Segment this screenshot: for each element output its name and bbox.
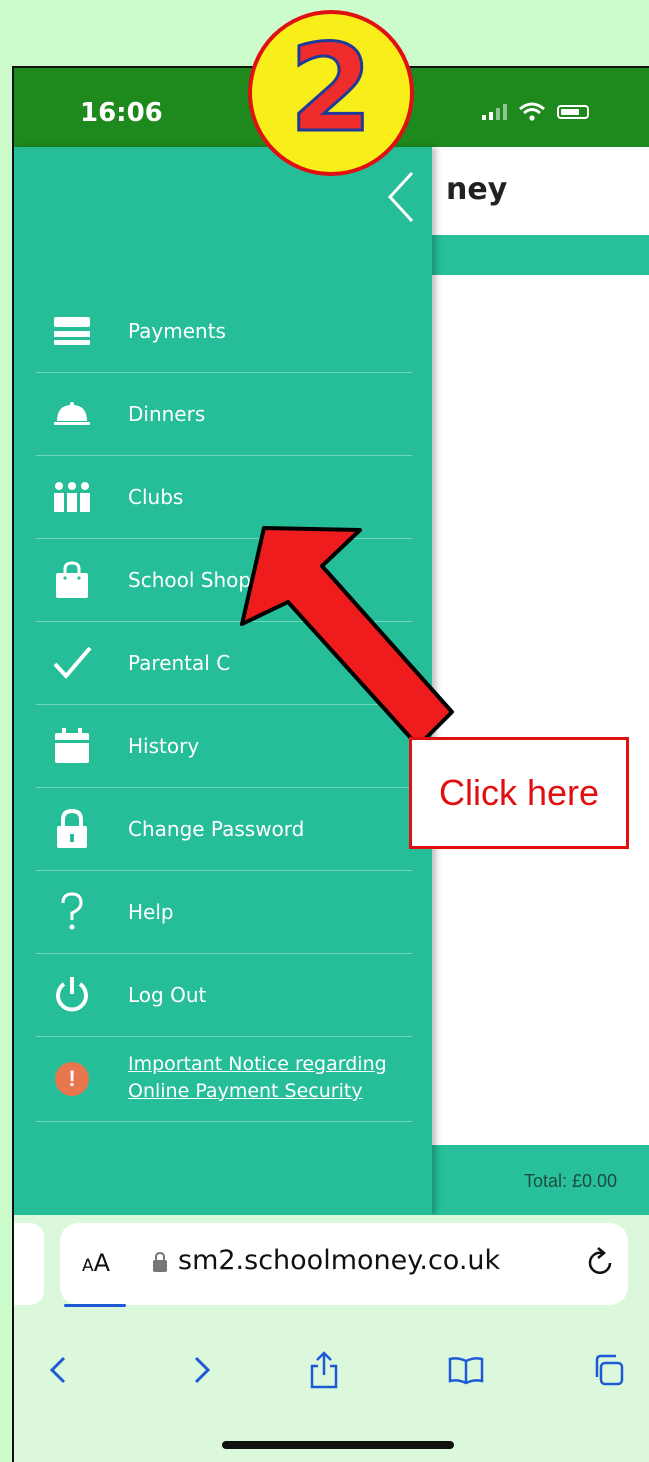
menu-item-log-out[interactable]: Log Out: [36, 954, 412, 1037]
basket-total: Total: £0.00: [524, 1171, 618, 1191]
card-icon: [52, 311, 92, 351]
home-indicator: [222, 1441, 454, 1449]
menu-item-change-password[interactable]: Change Password: [36, 788, 412, 871]
lock-icon: [153, 1251, 167, 1272]
wifi-icon: [519, 102, 545, 121]
calendar-icon: [52, 726, 92, 766]
back-button[interactable]: [38, 1345, 78, 1395]
menu-item-label: Payments: [128, 319, 226, 343]
warning-icon: !: [52, 1059, 92, 1099]
share-icon: [310, 1351, 338, 1389]
menu-item-label: Log Out: [128, 983, 207, 1007]
reload-icon[interactable]: [586, 1245, 616, 1279]
checkmark-icon: [52, 643, 92, 683]
menu-item-label: History: [128, 734, 200, 758]
menu-item-label: Help: [128, 900, 174, 924]
tabs-icon: [595, 1354, 624, 1386]
power-icon: [52, 975, 92, 1015]
people-icon: [52, 477, 92, 517]
cloche-icon: [52, 394, 92, 434]
battery-icon: [557, 105, 589, 119]
signal-icon: [482, 104, 507, 120]
click-here-callout: Click here: [409, 737, 629, 849]
callout-text: Click here: [438, 772, 600, 813]
tabs-button[interactable]: [588, 1345, 628, 1395]
bookmarks-button[interactable]: [446, 1345, 486, 1395]
address-bar[interactable]: AA sm2.schoolmoney.co.uk: [60, 1223, 628, 1305]
menu-item-dinners[interactable]: Dinners: [36, 373, 412, 456]
notice-line-1: Important Notice regarding: [128, 1053, 387, 1075]
status-icons: [482, 102, 589, 122]
menu-item-label: Parental C: [128, 651, 231, 675]
menu-item-label: School Shop: [128, 568, 252, 592]
security-notice-link[interactable]: Important Notice regarding Online Payment…: [128, 1051, 387, 1105]
close-menu-chevron-icon[interactable]: [382, 167, 422, 227]
tab-indicator: [64, 1304, 126, 1307]
status-time: 16:06: [80, 98, 163, 128]
chevron-left-icon: [49, 1356, 66, 1384]
share-button[interactable]: [304, 1345, 344, 1395]
reader-text-size-button[interactable]: AA: [82, 1249, 110, 1277]
app-title: ney: [446, 172, 508, 207]
menu-item-payments[interactable]: Payments: [36, 290, 412, 373]
step-number: 2: [288, 20, 374, 159]
padlock-icon: [52, 809, 92, 849]
menu-item-help[interactable]: Help: [36, 871, 412, 954]
chevron-right-icon: [194, 1356, 211, 1384]
previous-tab-pill[interactable]: [14, 1223, 44, 1305]
browser-toolbar: AA sm2.schoolmoney.co.uk: [14, 1215, 649, 1462]
forward-button[interactable]: [182, 1345, 222, 1395]
red-arrow-annotation: [240, 526, 454, 748]
step-number-badge: 2: [248, 10, 414, 176]
book-icon: [448, 1357, 484, 1385]
url-text: sm2.schoolmoney.co.uk: [178, 1245, 501, 1276]
menu-item-label: Change Password: [128, 817, 305, 841]
notice-line-2: Online Payment Security: [128, 1080, 363, 1102]
shopping-bag-icon: [52, 560, 92, 600]
menu-item-label: Dinners: [128, 402, 206, 426]
menu-item-security-notice[interactable]: ! Important Notice regarding Online Payme…: [36, 1037, 412, 1122]
question-mark-icon: [52, 892, 92, 932]
menu-item-label: Clubs: [128, 485, 184, 509]
browser-nav-row: [14, 1345, 649, 1405]
